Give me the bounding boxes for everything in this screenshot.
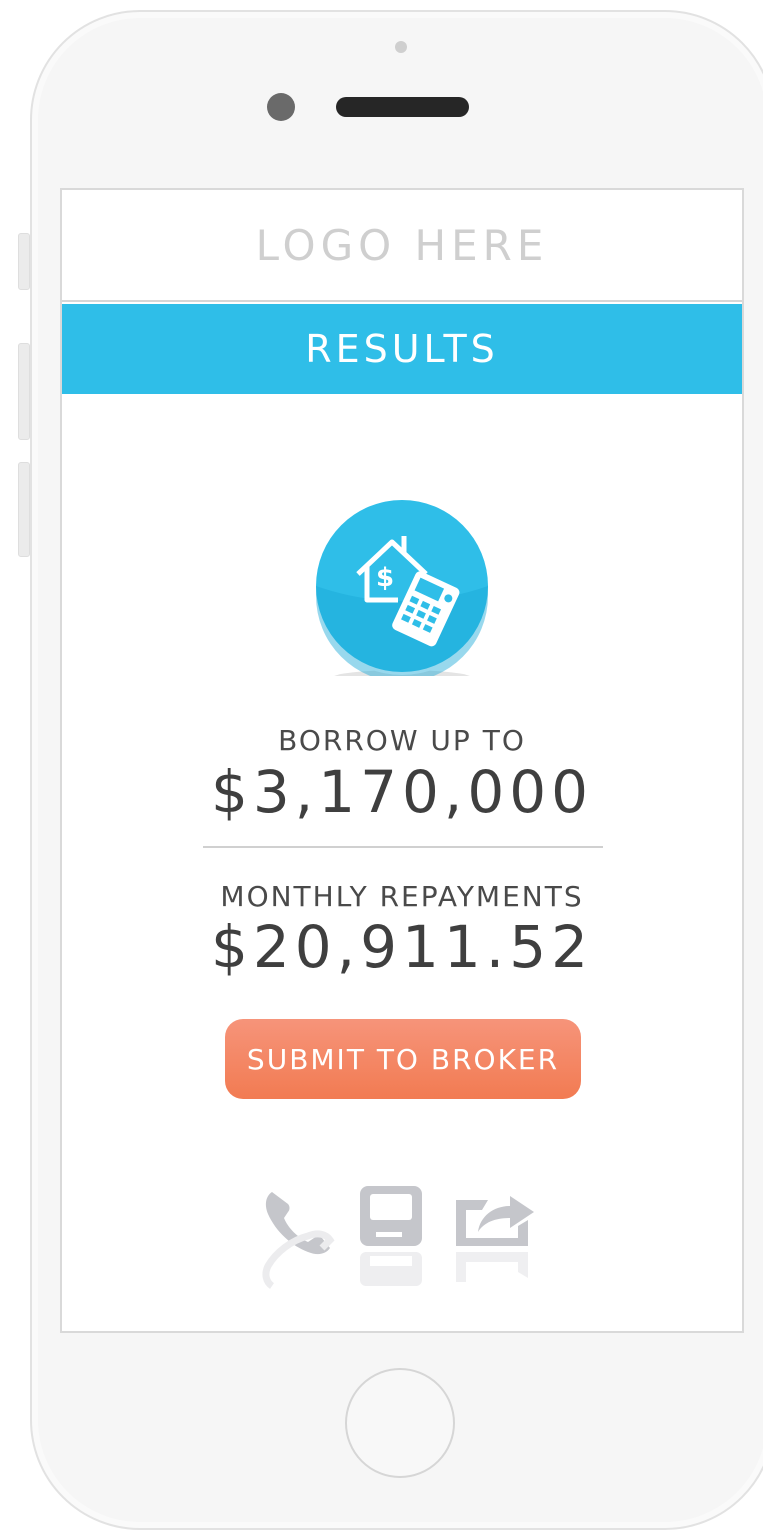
- submit-to-broker-button[interactable]: SUBMIT TO BROKER: [225, 1019, 581, 1099]
- earpiece-speaker: [336, 97, 469, 117]
- borrow-label: BORROW UP TO: [278, 724, 526, 757]
- borrow-amount: $3,170,000: [210, 758, 594, 826]
- logo-placeholder: LOGO HERE: [255, 220, 549, 270]
- home-button[interactable]: [345, 1368, 455, 1478]
- mute-switch: [18, 233, 30, 290]
- monthly-repayments-label: MONTHLY REPAYMENTS: [220, 880, 584, 913]
- volume-up-button: [18, 343, 30, 440]
- front-camera: [267, 93, 295, 121]
- house-calculator-icon: $: [313, 497, 491, 676]
- share-icon[interactable]: [450, 1182, 540, 1292]
- page-title: RESULTS: [305, 327, 499, 371]
- phone-icon[interactable]: [260, 1182, 350, 1292]
- logo-header: LOGO HERE: [62, 190, 742, 302]
- results-banner: RESULTS: [62, 304, 742, 394]
- divider: [203, 846, 603, 848]
- proximity-sensor: [395, 41, 407, 53]
- svg-text:$: $: [376, 563, 394, 593]
- save-icon[interactable]: [356, 1182, 446, 1292]
- app-screen: LOGO HERE RESULTS $ BORROW UP TO $3,170,…: [60, 188, 744, 1333]
- volume-down-button: [18, 462, 30, 557]
- monthly-repayments-amount: $20,911.52: [210, 913, 594, 981]
